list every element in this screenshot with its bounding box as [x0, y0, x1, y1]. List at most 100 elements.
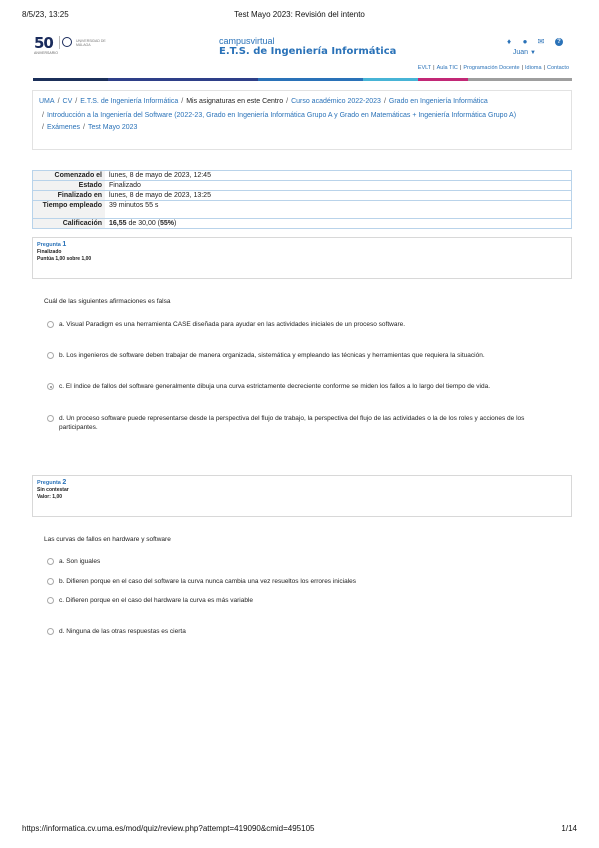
- messages-chat-icon[interactable]: ●: [521, 38, 529, 46]
- radio-button[interactable]: [47, 352, 54, 359]
- question-mark: Puntúa 1,00 sobre 1,00: [37, 256, 92, 262]
- brand-campus: campusvirtual: [219, 36, 275, 46]
- divider: |: [543, 65, 545, 71]
- page-number: 1/14: [561, 824, 577, 833]
- color-segment: [108, 78, 258, 81]
- question-label: Pregunta: [37, 480, 61, 486]
- summary-value: 39 minutos 55 s: [109, 202, 159, 209]
- anniversary-number: 50: [34, 34, 54, 52]
- question-2-info: Pregunta 2 Sin contestar Valor: 1,00: [32, 475, 572, 517]
- answer-option-d[interactable]: d. Un proceso software puede representar…: [47, 414, 557, 432]
- divider: |: [433, 65, 435, 71]
- grade-score: 16,55: [109, 220, 127, 227]
- answer-option-c[interactable]: c. El índice de fallos del software gene…: [47, 382, 557, 391]
- question-state: Finalizado: [37, 249, 62, 255]
- site-brand[interactable]: campusvirtual E.T.S. de Ingeniería Infor…: [219, 36, 396, 58]
- logo-divider: [59, 36, 60, 49]
- help-icon[interactable]: ?: [555, 38, 563, 46]
- answer-option-a[interactable]: a. Son iguales: [47, 557, 557, 566]
- table-row: Calificación 16,55 de 30,00 (55%): [33, 219, 571, 228]
- grade-value: 16,55 de 30,00 (55%): [105, 219, 571, 228]
- answer-option-b[interactable]: b. Los ingenieros de software deben trab…: [47, 351, 557, 360]
- mail-icon[interactable]: ✉: [537, 38, 545, 46]
- question-number: Pregunta 2: [37, 479, 567, 487]
- answer-label: b. Difieren porque en el caso del softwa…: [59, 578, 356, 585]
- breadcrumb-separator: /: [286, 98, 289, 105]
- link-idioma[interactable]: Idioma: [525, 65, 542, 71]
- radio-button[interactable]: [47, 321, 54, 328]
- top-links: EVLT | Aula TIC | Programación Docente | Idiom…: [418, 65, 569, 71]
- color-segment: [258, 78, 363, 81]
- question-index: 1: [62, 241, 67, 248]
- answer-label: b. Los ingenieros de software deben trab…: [59, 352, 485, 359]
- chevron-down-icon[interactable]: ▼: [530, 50, 536, 56]
- question-label: Pregunta: [37, 242, 61, 248]
- breadcrumb-school[interactable]: E.T.S. de Ingeniería Informática: [80, 98, 178, 105]
- question-index: 2: [62, 479, 67, 486]
- color-segment: [33, 78, 108, 81]
- question-state: Sin contestar: [37, 487, 69, 493]
- answer-option-b[interactable]: b. Difieren porque en el caso del softwa…: [47, 577, 557, 586]
- answer-label: a. Son iguales: [59, 558, 101, 565]
- breadcrumb-separator: /: [42, 124, 44, 131]
- breadcrumb-separator: /: [57, 98, 60, 105]
- radio-button[interactable]: [47, 558, 54, 565]
- breadcrumb: UMA / CV / E.T.S. de Ingeniería Informática /…: [32, 90, 572, 150]
- breadcrumb-year[interactable]: Curso académico 2022-2023: [291, 98, 381, 105]
- breadcrumb-separator: /: [83, 124, 85, 131]
- anniversary-label: ANIVERSARIO: [34, 51, 58, 55]
- print-footer: https://informatica.cv.uma.es/mod/quiz/r…: [22, 824, 577, 836]
- university-name: UNIVERSIDAD DE MÁLAGA: [76, 39, 106, 47]
- summary-key: Calificación: [33, 219, 105, 228]
- breadcrumb-separator: /: [383, 98, 386, 105]
- breadcrumb-row: / Exámenes / Test Mayo 2023: [39, 121, 565, 135]
- divider: |: [521, 65, 524, 71]
- breadcrumb-test[interactable]: Test Mayo 2023: [88, 124, 137, 131]
- user-menu: ♦ ● ✉ ? Juan ▼: [495, 38, 565, 58]
- answer-option-c[interactable]: c. Difieren porque en el caso del hardwa…: [47, 596, 557, 605]
- breadcrumb-row: / Introducción a la Ingeniería del Softwa…: [39, 109, 565, 121]
- answer-option-a[interactable]: a. Visual Paradigm es una herramienta CA…: [47, 320, 557, 329]
- answer-label: d. Un proceso software puede representar…: [59, 415, 525, 431]
- radio-button[interactable]: [47, 415, 54, 422]
- color-segment: [363, 78, 418, 81]
- answer-label: a. Visual Paradigm es una herramienta CA…: [59, 321, 406, 328]
- breadcrumb-separator: /: [42, 112, 44, 119]
- answer-label: c. Difieren porque en el caso del hardwa…: [59, 597, 254, 604]
- question-mark: Valor: 1,00: [37, 494, 63, 500]
- radio-button[interactable]: [47, 578, 54, 585]
- radio-button[interactable]: [47, 628, 54, 635]
- summary-key: Tiempo empleado: [33, 201, 105, 218]
- radio-button-selected[interactable]: [47, 383, 54, 390]
- answer-option-d[interactable]: d. Ninguna de las otras respuestas es ci…: [47, 627, 557, 636]
- grade-percent: 55%: [160, 220, 175, 227]
- link-contacto[interactable]: Contacto: [547, 65, 569, 71]
- print-header: 8/5/23, 13:25 Test Mayo 2023: Revisión d…: [22, 10, 577, 22]
- site-header: 50 ANIVERSARIO UNIVERSIDAD DE MÁLAGA cam…: [34, 34, 571, 60]
- breadcrumb-separator: /: [75, 98, 78, 105]
- link-programacion-docente[interactable]: Programación Docente: [463, 65, 519, 71]
- breadcrumb-row: UMA / CV / E.T.S. de Ingeniería Informática /…: [39, 95, 565, 109]
- table-row: Tiempo empleado 39 minutos 55 s: [33, 201, 571, 219]
- table-row: Finalizado en lunes, 8 de mayo de 2023, …: [33, 191, 571, 201]
- divider: |: [459, 65, 462, 71]
- attempt-summary-table: Comenzado el lunes, 8 de mayo de 2023, 1…: [32, 170, 572, 229]
- summary-value: lunes, 8 de mayo de 2023, 12:45: [109, 172, 211, 179]
- breadcrumb-cv[interactable]: CV: [63, 98, 73, 105]
- breadcrumb-exams[interactable]: Exámenes: [47, 124, 80, 131]
- breadcrumb-degree[interactable]: Grado en Ingeniería Informática: [389, 98, 488, 105]
- notifications-bell-icon[interactable]: ♦: [505, 38, 513, 46]
- breadcrumb-uma[interactable]: UMA: [39, 98, 55, 105]
- radio-button[interactable]: [47, 597, 54, 604]
- uma-logo[interactable]: 50 ANIVERSARIO UNIVERSIDAD DE MÁLAGA: [34, 34, 114, 58]
- summary-key: Comenzado el: [33, 171, 105, 180]
- page-url: https://informatica.cv.uma.es/mod/quiz/r…: [22, 824, 315, 833]
- question-2-text: Las curvas de fallos en hardware y softw…: [44, 536, 171, 543]
- grade-total: de 30,00 (: [126, 220, 160, 227]
- summary-key: Finalizado en: [33, 191, 105, 200]
- summary-value: Finalizado: [109, 182, 141, 189]
- link-aula-tic[interactable]: Aula TIC: [437, 65, 458, 71]
- link-evlt[interactable]: EVLT: [418, 65, 431, 71]
- breadcrumb-course[interactable]: Introducción a la Ingeniería del Softwar…: [47, 112, 516, 119]
- user-name[interactable]: Juan: [513, 49, 528, 56]
